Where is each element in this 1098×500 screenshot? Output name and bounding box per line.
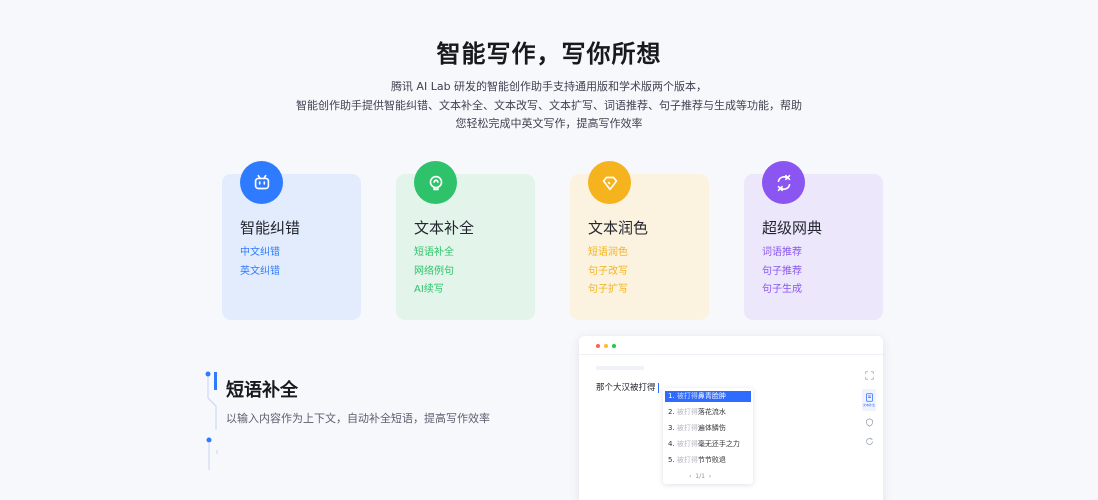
suggestion-text: 毫无还手之力 [697,440,740,448]
suggestion-text: 节节败退 [697,456,726,464]
suggestion-number: 5. [668,456,675,464]
card-title: 超级网典 [762,219,823,237]
suggestion-text: 鼻青脸肿 [697,392,726,400]
prev-page-icon[interactable]: ‹ [689,473,691,480]
refresh-icon[interactable] [862,434,876,448]
side-tool-label: 文本补全 [862,403,875,407]
hero-title: 智能写作，写你所想 [436,40,662,68]
card-link[interactable]: 句子扩写 [588,281,628,300]
card-link[interactable]: 句子生成 [762,281,802,300]
text-caret [657,382,659,393]
card-link[interactable]: AI续写 [414,281,454,300]
feature-section: 短语补全 以输入内容作为上下文，自动补全短语，提高写作效率 [196,370,536,480]
card-text-completion[interactable]: 文本补全 短语补全 网络例句 AI续写 [396,161,535,320]
lightbulb-icon [414,161,457,204]
suggestion-text: 落花流水 [697,408,726,416]
card-link[interactable]: 句子推荐 [762,263,802,282]
editor-input[interactable]: 那个大汉被打得 [596,381,659,393]
suggestion-item[interactable]: 5. 被打得节节败退 [665,455,751,466]
card-link[interactable]: 短语补全 [414,244,454,263]
suggestion-item[interactable]: 2. 被打得落花流水 [665,407,751,418]
suggestion-prefix: 被打得 [676,424,698,432]
suggestion-prefix: 被打得 [676,392,698,400]
window-controls [596,344,616,348]
hero-description: 腾讯 AI Lab 研发的智能创作助手支持通用版和学术版两个版本， 智能创作助手… [0,78,1098,134]
diamond-icon [588,161,631,204]
card-smart-correction[interactable]: 智能纠错 中文纠错 英文纠错 [222,161,361,320]
feature-title: 短语补全 [226,380,298,401]
suggestion-item[interactable]: 3. 被打得遍体鳞伤 [665,423,751,434]
card-super-dictionary[interactable]: 超级网典 词语推荐 句子推荐 句子生成 [744,161,883,320]
placeholder-bar [596,366,644,370]
scan-icon[interactable] [862,368,876,382]
next-page-icon[interactable]: › [709,473,711,480]
suggestion-number: 1. [668,392,675,400]
pagination: ‹ 1/1 › [689,473,711,480]
divider [579,354,883,355]
total-pages: 1 [701,473,705,480]
maximize-dot[interactable] [612,344,616,348]
hero-desc-line: 腾讯 AI Lab 研发的智能创作助手支持通用版和学术版两个版本， [390,80,708,93]
feature-cards: 智能纠错 中文纠错 英文纠错 文本补全 短语补全 网络例句 AI续写 文本润色 … [222,161,884,320]
demo-window: 那个大汉被打得 1. 被打得鼻青脸肿 2. 被打得落花流水 3. 被打得遍体鳞伤… [579,336,883,500]
suggestion-item[interactable]: 1. 被打得鼻青脸肿 [665,391,751,402]
robot-face-icon [240,161,283,204]
card-text-polish[interactable]: 文本润色 短语润色 句子改写 句子扩写 [570,161,709,320]
timeline-connector [205,371,218,470]
card-title: 文本补全 [414,219,475,237]
card-link[interactable]: 中文纠错 [240,244,280,263]
suggestion-text: 遍体鳞伤 [697,424,726,432]
swap-icon [762,161,805,204]
close-dot[interactable] [596,344,600,348]
editor-text: 那个大汉被打得 [596,383,656,393]
card-title: 智能纠错 [240,219,301,237]
suggestion-number: 4. [668,440,675,448]
hero-desc-line: 智能创作助手提供智能纠错、文本补全、文本改写、文本扩写、词语推荐、句子推荐与生成… [296,98,802,112]
suggestion-prefix: 被打得 [676,408,698,416]
suggestion-item[interactable]: 4. 被打得毫无还手之力 [665,439,751,450]
minimize-dot[interactable] [604,344,608,348]
side-toolbar: 文本补全 [859,362,879,452]
suggestion-prefix: 被打得 [676,440,698,448]
suggestion-number: 3. [668,424,675,432]
shield-icon[interactable] [862,415,876,429]
card-title: 文本润色 [588,219,649,237]
card-link[interactable]: 句子改写 [588,263,628,282]
document-icon[interactable]: 文本补全 [862,389,876,411]
card-link[interactable]: 网络例句 [414,263,454,282]
feature-description: 以输入内容作为上下文，自动补全短语，提高写作效率 [226,412,490,425]
suggestion-prefix: 被打得 [676,456,698,464]
suggestion-number: 2. [668,408,675,416]
suggestion-dropdown: 1. 被打得鼻青脸肿 2. 被打得落花流水 3. 被打得遍体鳞伤 4. 被打得毫… [663,388,753,484]
card-link[interactable]: 词语推荐 [762,244,802,263]
card-link[interactable]: 英文纠错 [240,263,280,282]
card-link[interactable]: 短语润色 [588,244,628,263]
hero-desc-line: 您轻松完成中英文写作，提高写作效率 [455,117,643,130]
